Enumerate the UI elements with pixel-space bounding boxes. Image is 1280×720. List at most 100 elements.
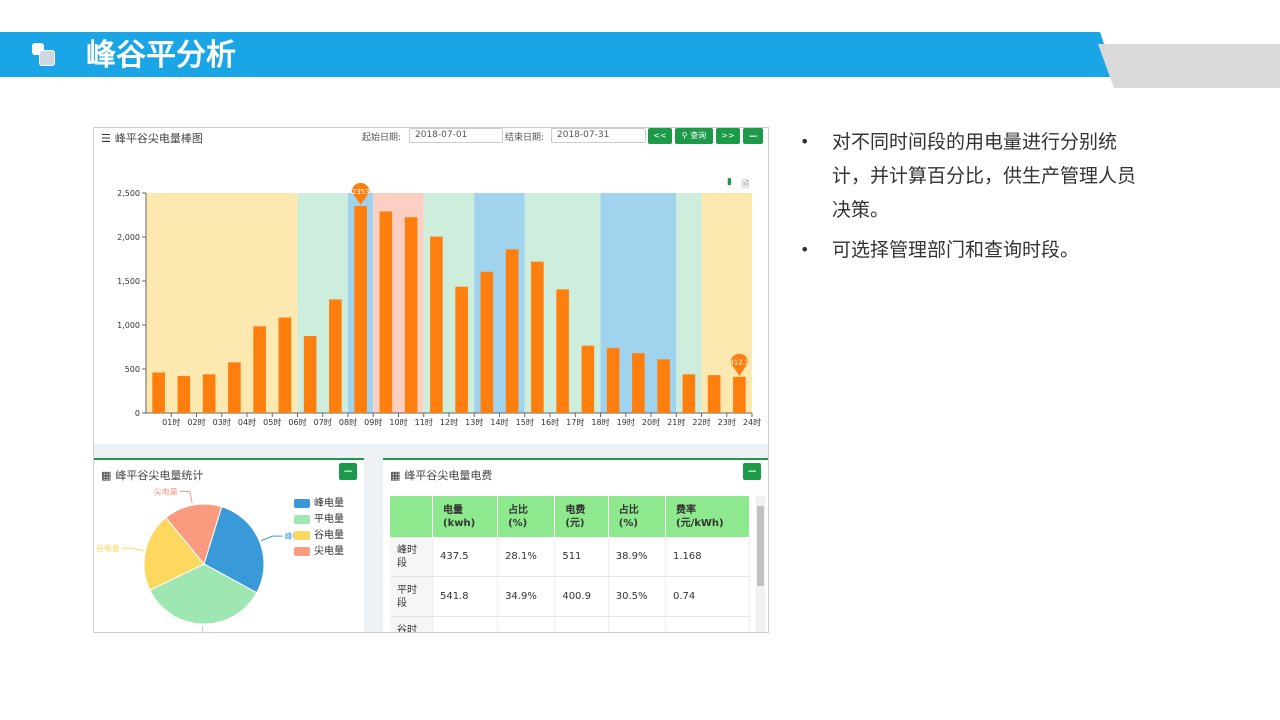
column-header: 电费 (元) (554, 496, 609, 537)
table-cell: 谷时段 (390, 616, 433, 632)
table-cell: 峰时段 (390, 537, 433, 577)
bar-15时[interactable] (505, 249, 519, 413)
column-header: 占比 (%) (608, 496, 667, 537)
column-header: 费率 (元/kWh) (665, 496, 750, 537)
legend-label: 尖电量 (314, 546, 344, 557)
column-header (390, 496, 433, 537)
x-tick-label: 19时 (617, 417, 635, 427)
table-cell: 1.168 (665, 537, 750, 577)
bar-13时[interactable] (455, 286, 468, 413)
bar-14时[interactable] (480, 271, 494, 413)
legend-label: 峰电量 (314, 498, 344, 509)
table-row: 峰时段 437.5 28.1% 511 38.9% 1.168 (390, 537, 750, 577)
x-tick-label: 12时 (440, 417, 458, 427)
x-tick-label: 02时 (187, 417, 205, 427)
fee-panel-collapse-button[interactable]: − (743, 463, 761, 480)
bar-17时[interactable] (556, 289, 569, 413)
x-tick-label: 18时 (591, 417, 609, 427)
x-tick-label: 03时 (213, 417, 231, 427)
table-cell: 511 (554, 537, 609, 577)
y-tick-label: 0 (135, 409, 140, 418)
x-tick-label: 16时 (541, 417, 559, 427)
bar-chart: 0 500 1,000 1,500 2,000 2,500 01时 02时 03时 04时 05时 0… (117, 182, 761, 427)
y-tick-label: 1,000 (117, 321, 140, 330)
bar-08时[interactable] (329, 299, 342, 413)
fee-table-panel: ▦ 峰平谷尖电量电费 − 电量 (kwh) 占比 (%) 电费 (元) 占比 (%) 费率… (383, 458, 768, 632)
column-header: 电量 (kwh) (432, 496, 499, 537)
bar-18时[interactable] (581, 345, 595, 413)
bar-01时[interactable] (152, 372, 165, 413)
x-tick-label: 24时 (743, 417, 761, 427)
table-cell: 437.5 (432, 537, 499, 577)
x-tick-label: 21时 (667, 417, 685, 427)
bar-16时[interactable] (531, 261, 544, 413)
table-header-row: 电量 (kwh) 占比 (%) 电费 (元) 占比 (%) 费率 (元/kWh) (390, 496, 750, 537)
bar-07时[interactable] (303, 336, 317, 413)
bar-21时[interactable] (657, 359, 670, 413)
slide-logo-icon (32, 43, 55, 66)
y-tick-label: 1,500 (117, 277, 140, 286)
grid-icon: ▦ (390, 469, 401, 482)
pie-panel-collapse-button[interactable]: − (339, 463, 357, 480)
pie-label-line (121, 547, 144, 552)
x-tick-label: 05时 (263, 417, 281, 427)
bar-09时[interactable] (354, 205, 367, 413)
slide-title: 峰谷平分析 (86, 38, 236, 73)
x-tick-label: 11时 (415, 417, 433, 427)
bar-06时[interactable] (278, 317, 292, 413)
pie-slice-label: 尖电量 (154, 486, 178, 496)
y-tick-label: 500 (125, 365, 140, 374)
table-cell: 平时段 (390, 576, 433, 617)
legend-swatch (294, 498, 310, 508)
x-tick-label: 08时 (339, 417, 357, 427)
legend-item-平电量[interactable]: 平电量 (294, 510, 344, 525)
bullet-item: • 可选择管理部门和查询时段。 (800, 233, 1140, 267)
bar-23时[interactable] (707, 375, 721, 413)
pie-label-line (201, 625, 204, 632)
fee-panel-title: 峰平谷尖电量电费 (404, 469, 493, 482)
title-banner-accent (1098, 44, 1280, 88)
bar-02时[interactable] (177, 376, 191, 413)
bar-03时[interactable] (202, 374, 216, 413)
pie-label-line (261, 535, 283, 542)
app-screenshot: ☰ 峰平谷尖电量棒图 起始日期: 2018-07-01 结束日期: 2018-07… (93, 127, 769, 633)
bar-24时[interactable] (733, 376, 746, 413)
table-cell: 541.8 (432, 576, 499, 617)
bar-22时[interactable] (682, 374, 696, 413)
bar-11时[interactable] (404, 217, 418, 413)
table-row: 谷时段 330.4 21.3% 99.5 6.8% 0.274 (390, 616, 750, 632)
x-tick-label: 23时 (718, 417, 736, 427)
legend-item-尖电量[interactable]: 尖电量 (294, 542, 344, 557)
scrollbar-thumb[interactable] (757, 506, 764, 586)
x-tick-label: 09时 (364, 417, 382, 427)
table-cell: 6.8% (608, 616, 667, 632)
bar-19时[interactable] (606, 347, 620, 413)
bar-04时[interactable] (228, 362, 241, 413)
bar-05时[interactable] (253, 326, 266, 413)
pie-panel-title: 峰平谷尖电量统计 (115, 469, 204, 482)
bar-12时[interactable] (430, 236, 443, 413)
legend-swatch (294, 530, 310, 540)
legend-swatch (294, 514, 310, 524)
x-tick-label: 10时 (389, 417, 407, 427)
value-marker-label: 2353 (352, 188, 370, 196)
bar-20时[interactable] (632, 353, 645, 413)
table-scrollbar[interactable] (756, 496, 765, 632)
pie-chart-panel: ▦峰平谷尖电量统计 − 峰电量平电量谷电量尖电量 峰电量平电量谷电量尖电量 (94, 458, 364, 632)
legend-label: 谷电量 (314, 530, 344, 541)
pie-slice-label: 谷电量 (96, 543, 120, 553)
fee-panel-header: ▦ 峰平谷尖电量电费 (390, 467, 492, 483)
table-cell: 330.4 (432, 616, 499, 632)
x-tick-label: 15时 (516, 417, 534, 427)
x-tick-label: 20时 (642, 417, 660, 427)
fee-table: 电量 (kwh) 占比 (%) 电费 (元) 占比 (%) 费率 (元/kWh) 峰时段 … (390, 496, 750, 632)
x-tick-label: 14时 (490, 417, 508, 427)
legend-item-谷电量[interactable]: 谷电量 (294, 526, 344, 541)
legend-item-峰电量[interactable]: 峰电量 (294, 494, 344, 509)
bar-10时[interactable] (379, 211, 393, 413)
value-marker-label: 412.1 (729, 359, 749, 367)
legend-swatch (294, 546, 310, 556)
bullet-list: • 对不同时间段的用电量进行分别统计，并计算百分比，供生产管理人员决策。 • 可选择… (800, 125, 1140, 273)
x-tick-label: 07时 (314, 417, 332, 427)
x-tick-label: 13时 (465, 417, 483, 427)
